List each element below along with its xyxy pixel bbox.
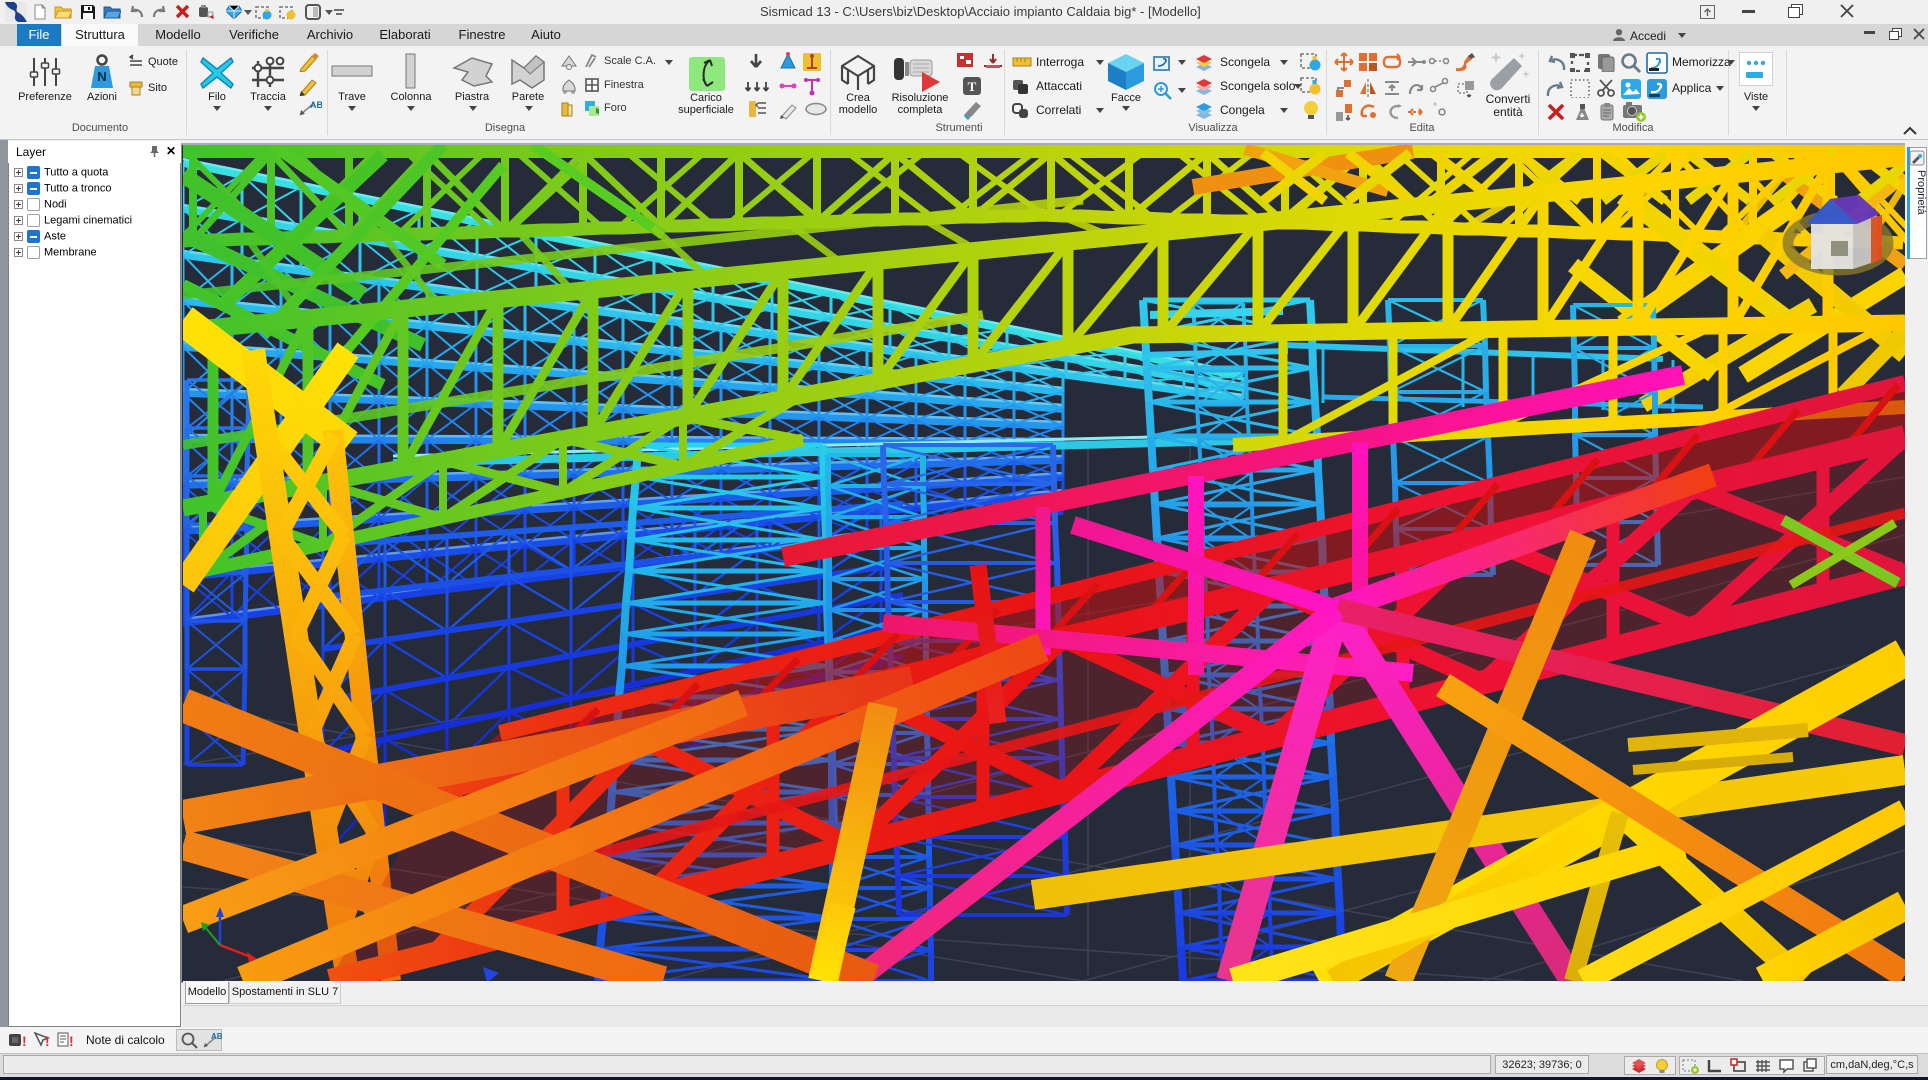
svg-text:AB: AB bbox=[310, 100, 322, 110]
svg-text:!: ! bbox=[22, 1033, 27, 1049]
svg-text:N: N bbox=[97, 69, 106, 84]
svg-text:T: T bbox=[968, 79, 977, 94]
svg-text:°: ° bbox=[1433, 102, 1437, 113]
svg-text:!: ! bbox=[45, 1033, 50, 1049]
svg-text:AB: AB bbox=[211, 1032, 222, 1041]
svg-text:!: ! bbox=[69, 1033, 74, 1049]
